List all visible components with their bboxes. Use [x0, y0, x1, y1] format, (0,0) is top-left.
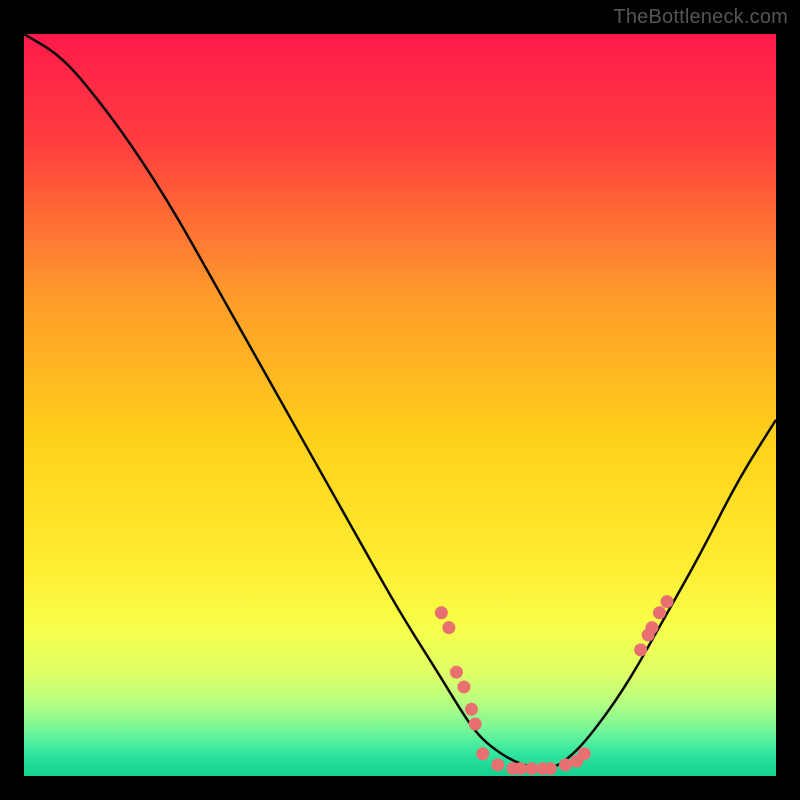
- data-point: [469, 718, 482, 731]
- data-point: [544, 762, 557, 775]
- data-point: [514, 762, 527, 775]
- data-point: [465, 703, 478, 716]
- data-point: [559, 758, 572, 771]
- data-point: [491, 758, 504, 771]
- data-point: [645, 621, 658, 634]
- gradient-background: [24, 34, 776, 776]
- data-point: [476, 747, 489, 760]
- bottleneck-chart: [24, 34, 776, 776]
- data-point: [578, 747, 591, 760]
- data-point: [457, 680, 470, 693]
- data-point: [634, 643, 647, 656]
- data-point: [525, 762, 538, 775]
- data-point: [653, 606, 666, 619]
- data-point: [442, 621, 455, 634]
- chart-frame: [24, 34, 776, 776]
- data-point: [450, 666, 463, 679]
- watermark-text: TheBottleneck.com: [613, 6, 788, 29]
- data-point: [435, 606, 448, 619]
- data-point: [660, 595, 673, 608]
